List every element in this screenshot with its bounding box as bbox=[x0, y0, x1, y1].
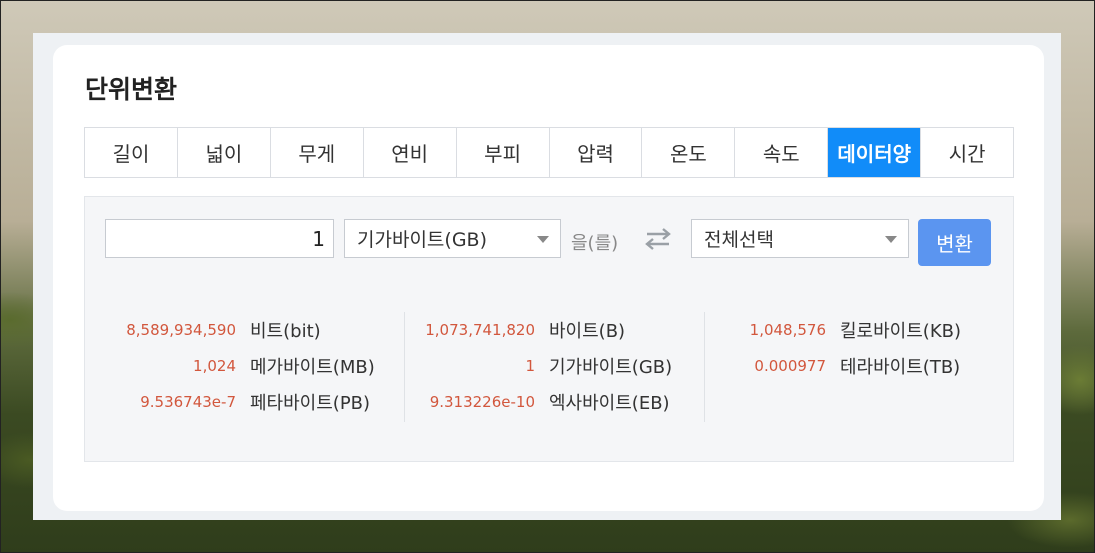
result-value: 9.536743e-7 bbox=[140, 393, 236, 411]
tab-fuel-economy[interactable]: 연비 bbox=[364, 128, 457, 177]
result-row: 8,589,934,590 비트(bit) bbox=[105, 312, 404, 348]
unit-category-tabs: 길이 넓이 무게 연비 부피 압력 온도 속도 데이터양 시간 bbox=[84, 127, 1014, 178]
result-value: 8,589,934,590 bbox=[126, 321, 236, 339]
result-row: 9.536743e-7 페타바이트(PB) bbox=[105, 384, 404, 420]
result-unit: 킬로바이트(KB) bbox=[840, 321, 961, 342]
tab-speed[interactable]: 속도 bbox=[735, 128, 829, 177]
result-row: 0.000977 테라바이트(TB) bbox=[705, 348, 985, 384]
tab-time[interactable]: 시간 bbox=[921, 128, 1013, 177]
value-input[interactable] bbox=[105, 219, 334, 258]
result-unit: 비트(bit) bbox=[250, 321, 321, 342]
tab-volume[interactable]: 부피 bbox=[457, 128, 550, 177]
tab-length[interactable]: 길이 bbox=[85, 128, 178, 177]
swap-arrows-icon[interactable] bbox=[644, 226, 672, 252]
result-value: 0.000977 bbox=[754, 357, 826, 375]
page-title: 단위변환 bbox=[85, 75, 178, 104]
result-value: 1,024 bbox=[193, 357, 236, 375]
result-unit: 페타바이트(PB) bbox=[250, 393, 371, 414]
chevron-down-icon bbox=[537, 236, 549, 243]
tab-data-amount[interactable]: 데이터양 bbox=[828, 128, 922, 177]
result-unit: 테라바이트(TB) bbox=[840, 357, 961, 378]
result-row: 1,048,576 킬로바이트(KB) bbox=[705, 312, 985, 348]
to-unit-value: 전체선택 bbox=[704, 229, 774, 251]
result-row: 1,024 메가바이트(MB) bbox=[105, 348, 404, 384]
from-unit-value: 기가바이트(GB) bbox=[357, 229, 487, 251]
result-value: 9.313226e-10 bbox=[429, 393, 535, 411]
result-unit: 메가바이트(MB) bbox=[250, 357, 375, 378]
tab-area[interactable]: 넓이 bbox=[178, 128, 271, 177]
chevron-down-icon bbox=[885, 236, 897, 243]
result-value: 1,073,741,820 bbox=[425, 321, 535, 339]
results-column: 1,048,576 킬로바이트(KB) 0.000977 테라바이트(TB) bbox=[705, 312, 985, 422]
to-unit-select[interactable]: 전체선택 bbox=[691, 219, 909, 258]
tab-pressure[interactable]: 압력 bbox=[550, 128, 643, 177]
tab-weight[interactable]: 무게 bbox=[271, 128, 364, 177]
convert-button[interactable]: 변환 bbox=[918, 219, 991, 266]
tab-temperature[interactable]: 온도 bbox=[642, 128, 736, 177]
result-value: 1,048,576 bbox=[749, 321, 826, 339]
result-value: 1 bbox=[525, 357, 535, 375]
result-unit: 기가바이트(GB) bbox=[549, 357, 673, 378]
results-column: 1,073,741,820 바이트(B) 1 기가바이트(GB) 9.31322… bbox=[405, 312, 705, 422]
result-row: 1,073,741,820 바이트(B) bbox=[405, 312, 704, 348]
result-row: 9.313226e-10 엑사바이트(EB) bbox=[405, 384, 704, 420]
results-column: 8,589,934,590 비트(bit) 1,024 메가바이트(MB) 9.… bbox=[105, 312, 405, 422]
particle-label: 을(를) bbox=[571, 233, 619, 254]
results-grid: 8,589,934,590 비트(bit) 1,024 메가바이트(MB) 9.… bbox=[105, 312, 985, 422]
from-unit-select[interactable]: 기가바이트(GB) bbox=[344, 219, 561, 258]
result-unit: 바이트(B) bbox=[549, 321, 626, 342]
result-row: 1 기가바이트(GB) bbox=[405, 348, 704, 384]
result-unit: 엑사바이트(EB) bbox=[549, 393, 670, 414]
